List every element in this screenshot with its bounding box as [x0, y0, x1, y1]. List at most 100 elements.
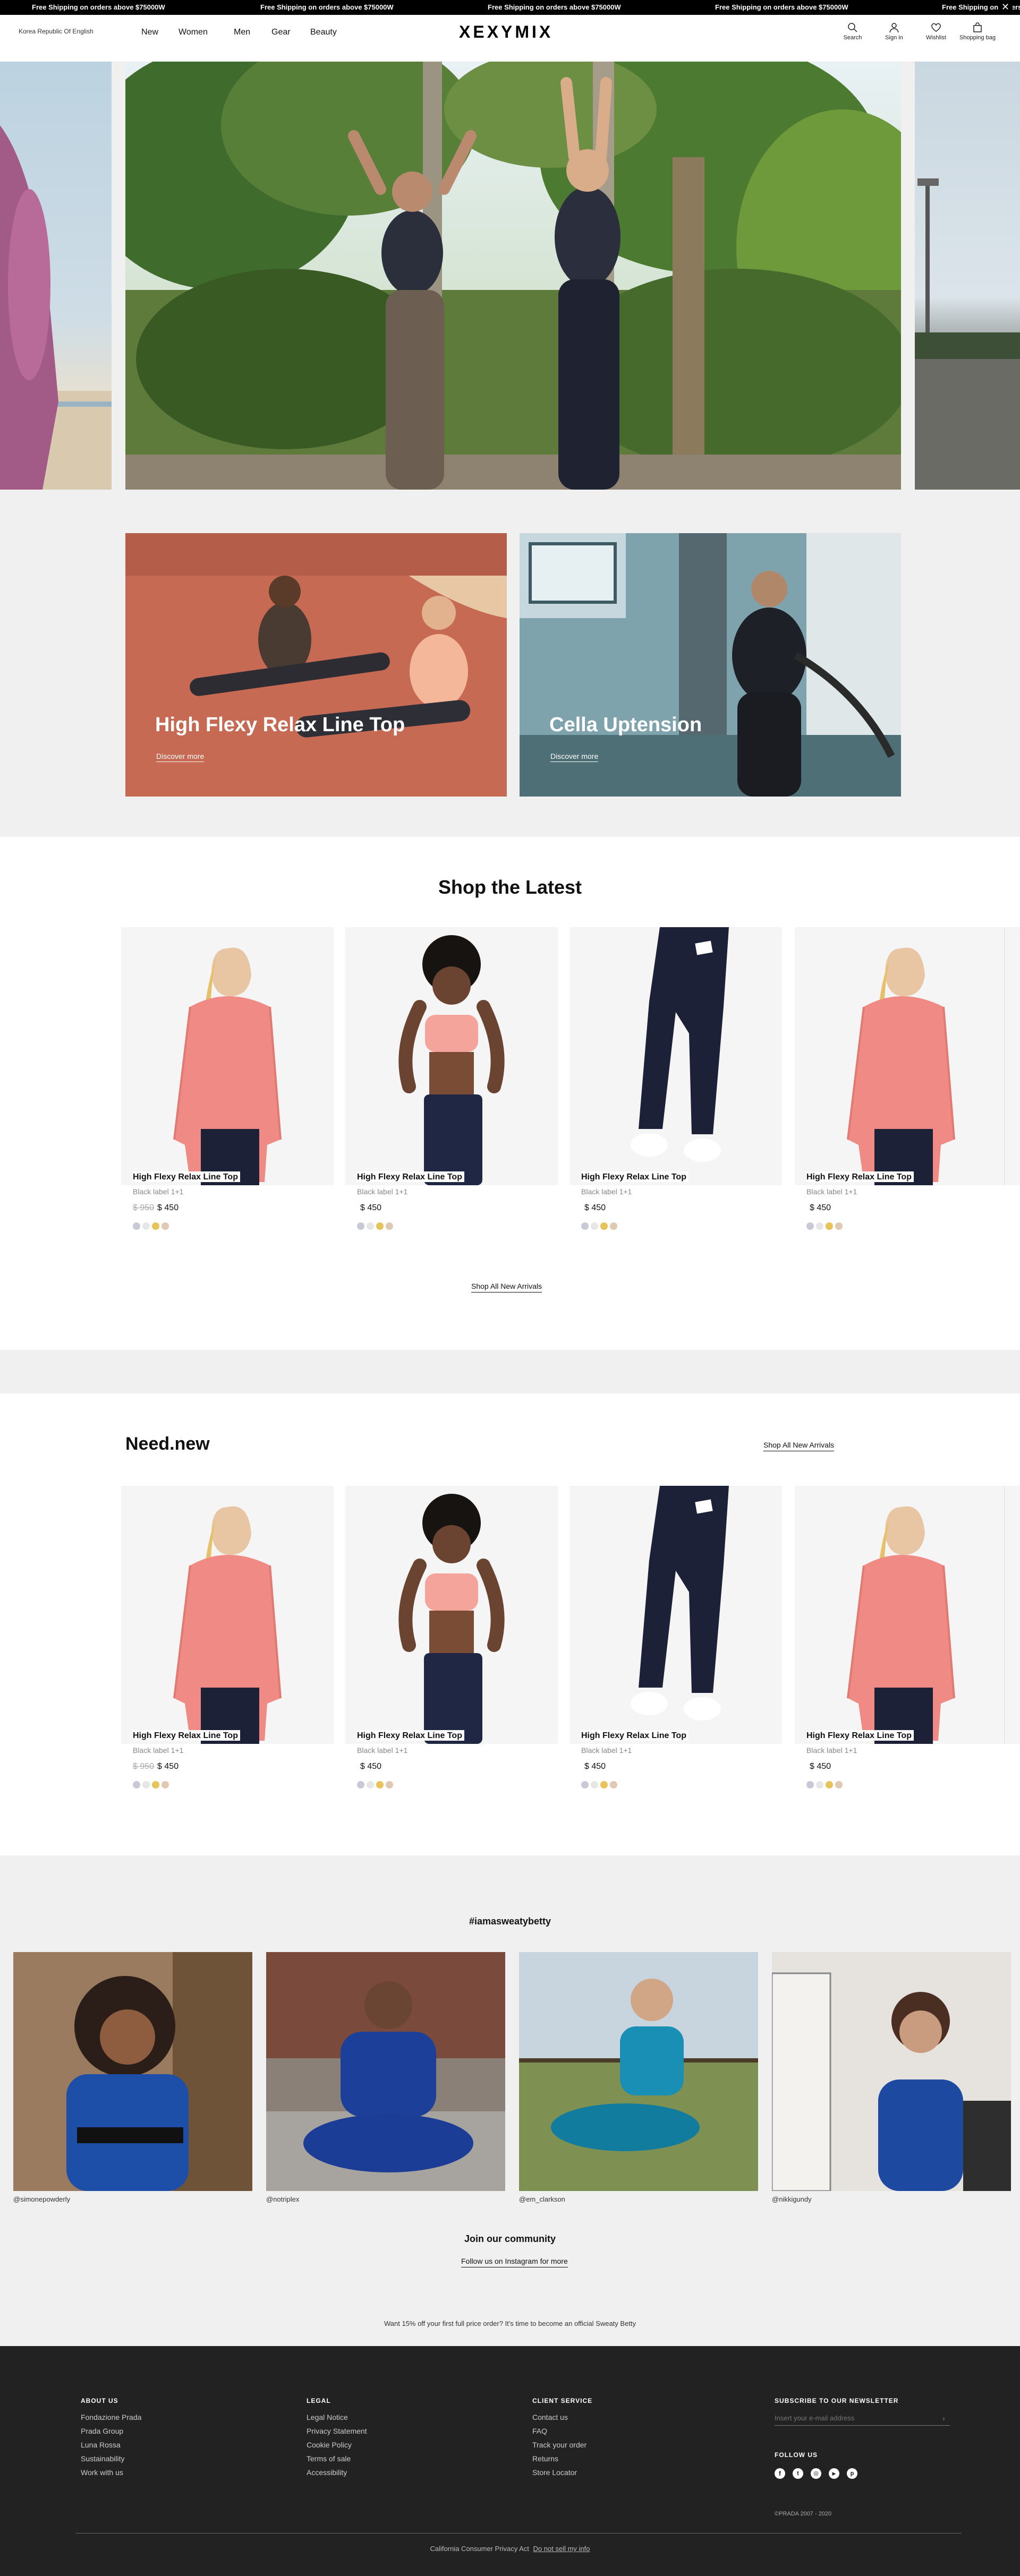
color-swatch[interactable]: [357, 1781, 364, 1788]
instagram-handle[interactable]: @notriplex: [266, 2195, 299, 2203]
product-image[interactable]: [570, 927, 782, 1185]
color-swatch[interactable]: [806, 1222, 814, 1230]
instagram-post[interactable]: [13, 1952, 252, 2191]
product-name[interactable]: High Flexy Relax Line Top: [581, 1171, 688, 1182]
product-name[interactable]: High Flexy Relax Line Top: [357, 1171, 464, 1182]
product-image[interactable]: [345, 927, 558, 1185]
color-swatch[interactable]: [162, 1781, 169, 1788]
footer-link[interactable]: Prada Group: [81, 2427, 123, 2435]
footer-link[interactable]: Track your order: [532, 2441, 586, 2449]
footer-link[interactable]: Sustainability: [81, 2454, 125, 2463]
color-swatch[interactable]: [600, 1222, 608, 1230]
nav-item-gear[interactable]: Gear: [271, 28, 291, 37]
instagram-handle[interactable]: @em_clarkson: [519, 2195, 565, 2203]
discover-more-link[interactable]: Discover more: [550, 752, 599, 762]
signin-button[interactable]: Sign in: [873, 22, 915, 41]
color-swatch[interactable]: [826, 1781, 833, 1788]
product-image[interactable]: [121, 1486, 334, 1744]
brand-logo[interactable]: XEXYMIX: [459, 22, 553, 42]
color-swatch[interactable]: [581, 1781, 589, 1788]
shop-all-new-arrivals-link[interactable]: Shop All New Arrivals: [471, 1282, 542, 1293]
color-swatch[interactable]: [152, 1222, 159, 1230]
nav-item-men[interactable]: Men: [234, 28, 250, 37]
instagram-follow-link[interactable]: Follow us on Instagram for more: [461, 2257, 568, 2267]
shop-all-new-arrivals-link[interactable]: Shop All New Arrivals: [763, 1441, 835, 1451]
color-swatch[interactable]: [386, 1222, 393, 1230]
product-image[interactable]: [795, 927, 1007, 1185]
color-swatch[interactable]: [376, 1222, 384, 1230]
color-swatch[interactable]: [357, 1222, 364, 1230]
close-icon[interactable]: ✕: [998, 2, 1013, 12]
instagram-post[interactable]: [772, 1952, 1011, 2191]
footer-link[interactable]: Privacy Statement: [307, 2427, 367, 2435]
color-swatch[interactable]: [142, 1222, 150, 1230]
footer-link[interactable]: Accessibility: [307, 2468, 347, 2477]
footer-link[interactable]: Work with us: [81, 2468, 123, 2477]
color-swatch[interactable]: [591, 1781, 598, 1788]
color-swatch[interactable]: [816, 1222, 823, 1230]
product-card-peek[interactable]: [1004, 1486, 1020, 1744]
color-swatch[interactable]: [142, 1781, 150, 1788]
locale-selector[interactable]: Korea Republic Of English: [19, 28, 94, 35]
promo-tile-uptension[interactable]: Cella Uptension Discover more: [520, 533, 901, 797]
color-swatch[interactable]: [133, 1222, 140, 1230]
newsletter-email-input[interactable]: [775, 2411, 950, 2426]
product-image[interactable]: [121, 927, 334, 1185]
hero-slide-next[interactable]: [915, 62, 1020, 490]
promo-tile-top[interactable]: High Flexy Relax Line Top Discover more: [125, 533, 507, 797]
footer-link[interactable]: Legal Notice: [307, 2413, 348, 2421]
search-button[interactable]: Search: [831, 22, 874, 41]
discover-more-link[interactable]: Discover more: [156, 752, 205, 762]
nav-item-women[interactable]: Women: [178, 28, 208, 37]
footer-link[interactable]: Luna Rossa: [81, 2441, 121, 2449]
footer-link[interactable]: Contact us: [532, 2413, 568, 2421]
instagram-handle[interactable]: @nikkigundy: [772, 2195, 812, 2203]
color-swatch[interactable]: [386, 1781, 393, 1788]
product-name[interactable]: High Flexy Relax Line Top: [806, 1171, 914, 1182]
color-swatch[interactable]: [367, 1781, 374, 1788]
color-swatch[interactable]: [152, 1781, 159, 1788]
footer-link[interactable]: Returns: [532, 2454, 558, 2463]
product-image[interactable]: [345, 1486, 558, 1744]
nav-item-new[interactable]: New: [141, 28, 158, 37]
instagram-handle[interactable]: @simonepowderly: [13, 2195, 70, 2203]
product-name[interactable]: High Flexy Relax Line Top: [133, 1171, 240, 1182]
product-name[interactable]: High Flexy Relax Line Top: [806, 1730, 914, 1741]
footer-link[interactable]: FAQ: [532, 2427, 547, 2435]
color-swatch[interactable]: [600, 1781, 608, 1788]
footer-link[interactable]: Terms of sale: [307, 2454, 351, 2463]
arrow-right-icon[interactable]: ›: [942, 2414, 945, 2423]
color-swatch[interactable]: [591, 1222, 598, 1230]
facebook-icon[interactable]: f: [775, 2468, 785, 2479]
product-name[interactable]: High Flexy Relax Line Top: [357, 1730, 464, 1741]
color-swatch[interactable]: [835, 1781, 843, 1788]
shopping-bag-button[interactable]: Shopping bag: [956, 22, 999, 41]
product-name[interactable]: High Flexy Relax Line Top: [133, 1730, 240, 1741]
color-swatch[interactable]: [835, 1222, 843, 1230]
do-not-sell-link[interactable]: Do not sell my info: [533, 2545, 590, 2553]
hero-slide-prev[interactable]: [0, 62, 112, 490]
color-swatch[interactable]: [581, 1222, 589, 1230]
color-swatch[interactable]: [816, 1781, 823, 1788]
instagram-icon[interactable]: ◎: [811, 2468, 821, 2479]
nav-item-beauty[interactable]: Beauty: [310, 28, 337, 37]
product-name[interactable]: High Flexy Relax Line Top: [581, 1730, 688, 1741]
product-image[interactable]: [570, 1486, 782, 1744]
product-card-peek[interactable]: [1004, 927, 1020, 1185]
footer-link[interactable]: Cookie Policy: [307, 2441, 352, 2449]
wishlist-button[interactable]: Wishlist: [915, 22, 957, 41]
youtube-icon[interactable]: ▶: [829, 2468, 839, 2479]
pinterest-icon[interactable]: p: [847, 2468, 857, 2479]
color-swatch[interactable]: [806, 1781, 814, 1788]
color-swatch[interactable]: [367, 1222, 374, 1230]
color-swatch[interactable]: [610, 1781, 617, 1788]
color-swatch[interactable]: [610, 1222, 617, 1230]
product-image[interactable]: [795, 1486, 1007, 1744]
hero-slide-main[interactable]: [125, 62, 901, 490]
color-swatch[interactable]: [826, 1222, 833, 1230]
footer-link[interactable]: Store Locator: [532, 2468, 577, 2477]
color-swatch[interactable]: [162, 1222, 169, 1230]
color-swatch[interactable]: [376, 1781, 384, 1788]
instagram-post[interactable]: [519, 1952, 758, 2191]
color-swatch[interactable]: [133, 1781, 140, 1788]
